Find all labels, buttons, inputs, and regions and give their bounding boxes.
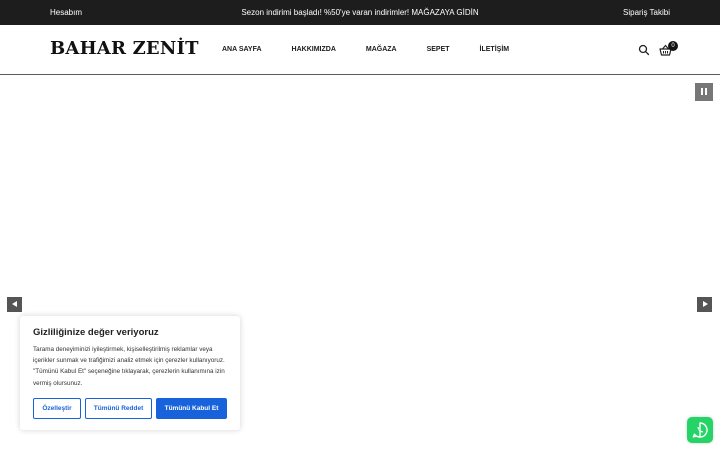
nav-home[interactable]: ANA SAYFA xyxy=(222,46,262,53)
search-icon[interactable] xyxy=(638,44,650,56)
nav-about[interactable]: HAKKIMIZDA xyxy=(292,46,336,53)
nav-contact[interactable]: İLETİŞİM xyxy=(480,46,510,53)
site-logo[interactable]: BAHAR ZENİT xyxy=(50,38,199,59)
cart-count-badge: 0 xyxy=(668,41,678,51)
top-bar: Hesabım Sezon indirimi başladı! %50'ye v… xyxy=(0,0,720,25)
whatsapp-icon xyxy=(692,422,708,438)
promo-banner-link[interactable]: Sezon indirimi başladı! %50'ye varan ind… xyxy=(0,8,720,17)
cookie-description: Tarama deneyiminizi iyileştirmek, kişise… xyxy=(33,346,225,387)
nav-shop[interactable]: MAĞAZA xyxy=(366,46,397,53)
cookie-consent-banner: Gizliliğinize değer veriyoruz Tarama den… xyxy=(20,316,240,430)
arrow-left-icon[interactable] xyxy=(7,297,22,312)
site-header: BAHAR ZENİT ANA SAYFA HAKKIMIZDA MAĞAZA … xyxy=(0,25,720,75)
nav-cart[interactable]: SEPET xyxy=(427,46,450,53)
order-tracking-link[interactable]: Sipariş Takibi xyxy=(623,8,670,17)
main-nav: ANA SAYFA HAKKIMIZDA MAĞAZA SEPET İLETİŞ… xyxy=(222,46,509,53)
reject-all-button[interactable]: Tümünü Reddet xyxy=(85,398,152,419)
pause-icon[interactable] xyxy=(695,83,713,101)
cookie-title: Gizliliğinize değer veriyoruz xyxy=(33,327,159,338)
arrow-right-icon[interactable] xyxy=(697,297,712,312)
accept-all-button[interactable]: Tümünü Kabul Et xyxy=(156,398,227,419)
customize-button[interactable]: Özelleştir xyxy=(33,398,81,419)
whatsapp-button[interactable] xyxy=(687,417,713,443)
